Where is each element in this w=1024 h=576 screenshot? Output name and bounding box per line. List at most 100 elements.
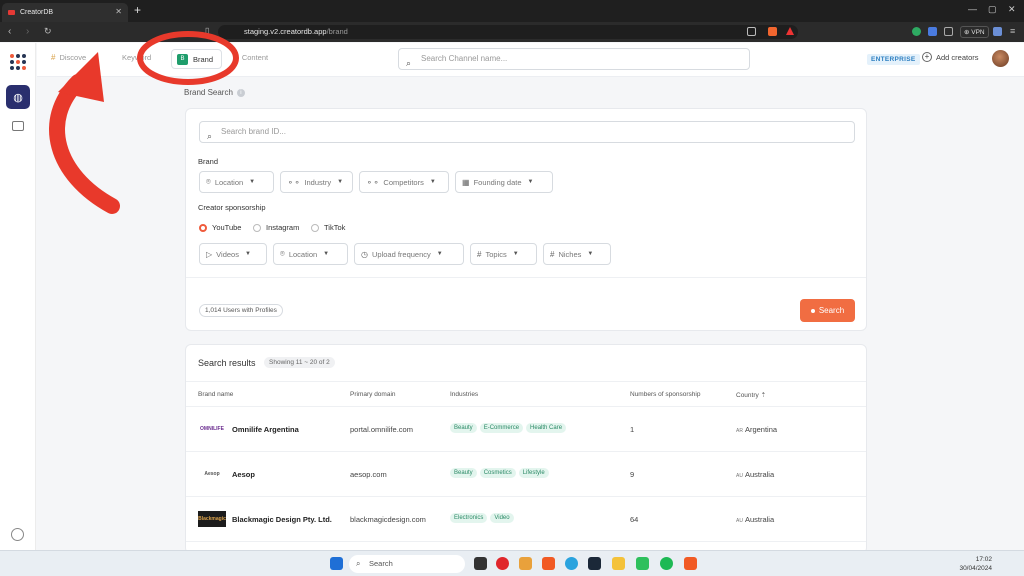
back-arrow-icon[interactable]: ‹ [8,26,11,37]
taskbar-search[interactable]: ⌕ Search [349,555,465,573]
search-results-card: Search results Showing 11 ~ 20 of 2 Bran… [185,344,867,554]
brand-domain: aesop.com [350,470,387,479]
chevron-down-icon: ▼ [436,251,443,257]
windows-start-icon[interactable] [330,557,343,570]
filter-label: Niches [558,249,582,259]
brand-logo: Blackmagic [198,511,226,527]
new-tab-button[interactable]: + [134,3,141,17]
tab-discover[interactable]: # Discove [51,53,86,62]
chevron-down-icon: ▼ [512,251,519,257]
founding-date-filter[interactable]: ▦ Founding date ▼ [455,171,553,193]
file-explorer-icon[interactable] [612,557,625,570]
tab-content[interactable]: ● Content [233,53,268,62]
translate-icon[interactable] [928,27,937,36]
table-row[interactable]: Aesop Aesop aesop.com Beauty Cosmetics L… [186,452,866,497]
annotation-arrow [49,74,120,214]
brand-name[interactable]: Aesop [232,470,255,479]
browser-tab[interactable]: CreatorDB ✕ [2,3,128,22]
column-primary-domain[interactable]: Primary domain [350,391,396,398]
brave-shield-icon[interactable] [768,27,777,36]
filter-label: Upload frequency [371,249,431,259]
calendar-icon: ▦ [462,177,470,187]
column-industries[interactable]: Industries [450,391,478,398]
filter-label: Industry [304,177,332,187]
niches-filter[interactable]: # Niches ▼ [543,243,611,265]
window-close-icon[interactable]: ✕ [1008,4,1016,15]
topics-filter[interactable]: # Topics ▼ [470,243,537,265]
info-icon[interactable]: i [236,88,245,97]
competitors-icon: ⚬⚬ [366,177,380,187]
chevron-down-icon: ▼ [249,179,256,185]
videos-filter[interactable]: ▷ Videos ▼ [199,243,267,265]
filter-label: Competitors [383,177,424,187]
slack-icon[interactable] [519,557,532,570]
tab-keyword-label: Keyword [122,53,152,62]
clock-date: 30/04/2024 [959,565,992,572]
brave-rewards-icon[interactable] [786,27,794,35]
chevron-down-icon: ▼ [337,179,344,185]
brand-icon: B [177,53,188,65]
radio-youtube[interactable]: YouTube [199,223,241,232]
brave-active-icon[interactable] [684,557,697,570]
tab-brand[interactable]: B Brand [171,49,223,69]
tab-title: CreatorDB [20,9,54,16]
gear-icon[interactable] [11,528,24,541]
browser-tab-bar: CreatorDB ✕ + — ▢ ✕ [0,0,1024,22]
sponsorship-location-filter[interactable]: ⌾ Location ▼ [273,243,348,265]
line-icon[interactable] [636,557,649,570]
minimize-icon[interactable]: — [968,4,977,14]
tab-keyword[interactable]: Keyword [122,53,151,62]
system-clock[interactable]: 17:02 30/04/2024 [952,555,992,573]
chevron-down-icon: ▼ [527,179,534,185]
menu-icon[interactable]: ≡ [1010,26,1015,36]
close-tab-icon[interactable]: ✕ [115,7,122,16]
steam-icon[interactable] [588,557,601,570]
address-bar[interactable]: staging.v2.creatordb.app/brand [218,25,798,39]
bookmark-icon[interactable]: ▯ [205,26,209,35]
brave-icon[interactable] [542,557,555,570]
brand-name[interactable]: Omnilife Argentina [232,425,299,434]
forward-arrow-icon[interactable]: › [26,26,29,37]
maximize-icon[interactable]: ▢ [988,4,997,15]
column-country[interactable]: Country ⇡ [736,391,766,399]
competitors-filter[interactable]: ⚬⚬ Competitors ▼ [359,171,449,193]
reload-icon[interactable]: ↻ [44,26,52,37]
task-view-icon[interactable] [474,557,487,570]
column-sponsorships[interactable]: Numbers of sponsorship [630,391,700,398]
vpn-button[interactable]: ⊕ VPN [960,26,989,38]
browser-toolbar: ‹ › ↻ ▯ staging.v2.creatordb.app/brand ⊕… [0,22,1024,42]
creatordb-logo-icon[interactable] [10,54,26,70]
industry-tags: Beauty Cosmetics Lifestyle [450,468,549,478]
folder-icon[interactable] [12,121,24,131]
extensions-icon[interactable] [944,27,953,36]
table-row[interactable]: Blackmagic Blackmagic Design Pty. Ltd. b… [186,497,866,542]
radio-instagram[interactable]: Instagram [253,223,299,232]
telegram-icon[interactable] [565,557,578,570]
brand-search-card: ⌕ Search brand ID... Brand ⌾ Location ▼ … [185,108,867,331]
brand-name[interactable]: Blackmagic Design Pty. Ltd. [232,515,332,524]
radio-tiktok[interactable]: TikTok [311,223,345,232]
grammarly-icon[interactable] [912,27,921,36]
channel-search-input[interactable]: ⌕ Search Channel name... [398,48,750,70]
share-icon[interactable] [747,27,756,36]
column-brand-name[interactable]: Brand name [198,391,233,398]
opera-icon[interactable] [496,557,509,570]
avatar[interactable] [992,50,1009,67]
search-button[interactable]: Search [800,299,855,322]
globe-icon[interactable]: ◍ [6,85,30,109]
tab-content-label: Content [241,53,269,62]
industry-filter[interactable]: ⚬⚬ Industry ▼ [280,171,353,193]
brand-section-label: Brand [198,157,219,166]
brand-id-placeholder: Search brand ID... [221,127,286,136]
table-row[interactable]: OMNILIFE Omnilife Argentina portal.omnil… [186,407,866,452]
brand-location-filter[interactable]: ⌾ Location ▼ [199,171,274,193]
upload-frequency-filter[interactable]: ◷ Upload frequency ▼ [354,243,464,265]
search-dot-icon [810,308,815,313]
spotify-icon[interactable] [660,557,673,570]
profile-extension-icon[interactable] [993,27,1002,36]
creatordb-favicon-icon [8,10,15,15]
brand-id-search-input[interactable]: ⌕ Search brand ID... [199,121,855,143]
add-creators-button[interactable]: + Add creators [922,52,979,62]
country-code: AU [736,518,743,524]
clock-time: 17:02 [975,556,992,563]
